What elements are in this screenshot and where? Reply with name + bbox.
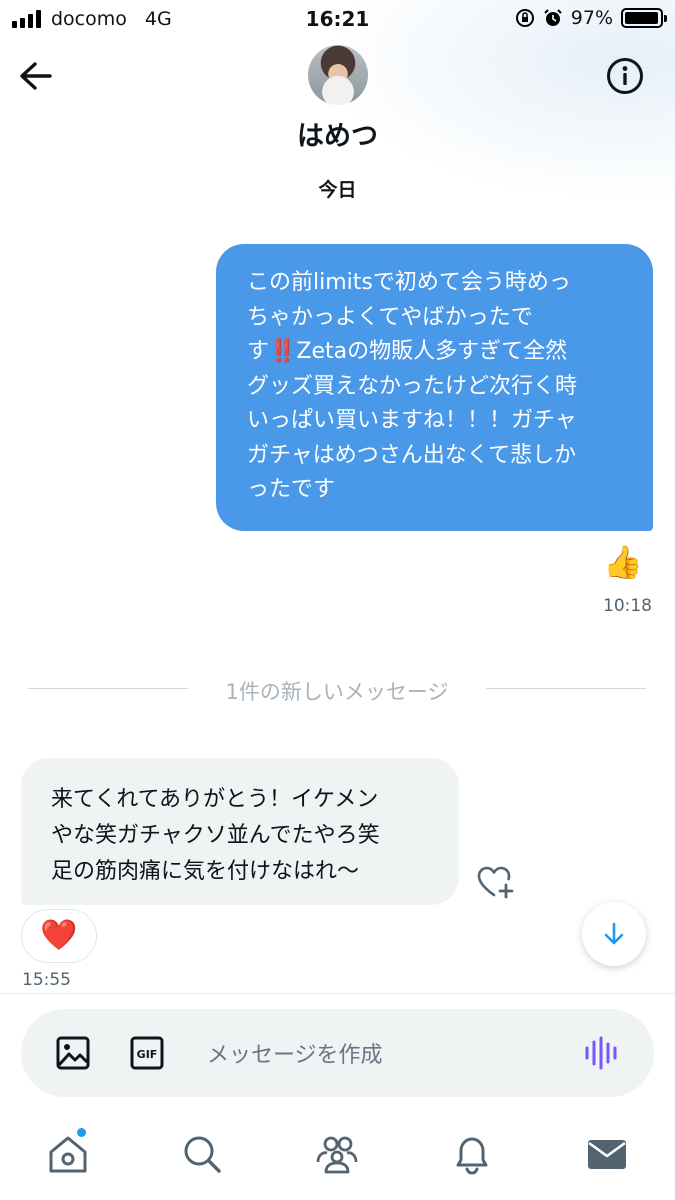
bottom-tab-bar [0, 1110, 675, 1200]
battery-percent: 97% [570, 7, 613, 29]
thumbs-up-reaction[interactable]: 👍 [603, 544, 643, 580]
message-line: この前limitsで初めて会う時めっ [247, 270, 571, 295]
add-gif-button[interactable]: GIF [129, 1035, 165, 1071]
message-line: 足の筋肉痛に気を付けなはれ〜 [51, 859, 360, 884]
arrow-left-icon [20, 62, 52, 90]
date-separator: 今日 [318, 179, 357, 201]
heart-reaction[interactable]: ❤️ [21, 909, 97, 963]
info-icon [607, 58, 643, 94]
arrow-down-icon [604, 922, 624, 945]
battery-level [625, 12, 658, 24]
conversation-info-button[interactable] [605, 56, 645, 96]
divider-line-right [486, 688, 646, 689]
message-line: いっぱい買いますね！！！ガチャ [247, 408, 577, 433]
scroll-to-bottom-button[interactable] [582, 902, 646, 966]
orientation-lock-icon [515, 9, 534, 27]
sent-message-bubble[interactable]: この前limitsで初めて会う時めっ ちゃかっよくてやばかったで す‼️Zeta… [216, 244, 653, 531]
gif-icon: GIF [130, 1036, 164, 1070]
heart-plus-icon [477, 866, 514, 899]
home-icon [49, 1136, 87, 1173]
new-messages-divider: 1件の新しいメッセージ [28, 676, 646, 704]
new-messages-label: 1件の新しいメッセージ [225, 680, 449, 704]
tab-communities[interactable] [315, 1132, 359, 1176]
image-icon [56, 1036, 90, 1070]
tab-messages[interactable] [585, 1132, 629, 1176]
messages-icon [588, 1140, 626, 1169]
message-composer: GIF メッセージを作成 [21, 1009, 654, 1097]
tab-home[interactable] [46, 1132, 90, 1176]
message-input[interactable]: メッセージを作成 [207, 1037, 383, 1069]
add-image-button[interactable] [55, 1035, 91, 1071]
notifications-icon [456, 1137, 488, 1175]
message-line: 来てくれてありがとう！イケメン [51, 787, 379, 812]
message-line: ガチャはめつさん出なくて悲しか [247, 442, 577, 468]
status-indicators: 97% [515, 7, 667, 29]
status-bar: docomo 4G 16:21 97% [0, 0, 675, 38]
message-line: グッズ買えなかったけど次行く時 [247, 373, 578, 399]
battery-icon [621, 8, 667, 28]
tab-notifications[interactable] [450, 1132, 494, 1176]
alarm-icon [544, 9, 562, 26]
message-line: す‼️Zetaの物販人多すぎて全然 [247, 339, 568, 364]
communities-icon [316, 1136, 358, 1174]
message-line: ちゃかっよくてやばかったで [247, 304, 533, 330]
back-button[interactable] [16, 58, 56, 94]
tab-search[interactable] [180, 1132, 224, 1176]
contact-name[interactable]: はめつ [0, 114, 675, 153]
message-line: やな笑ガチャクソ並んでたやろ笑 [51, 823, 380, 848]
contact-avatar[interactable] [308, 45, 368, 105]
sent-message-time: 10:18 [603, 596, 652, 616]
received-message-bubble[interactable]: 来てくれてありがとう！イケメン やな笑ガチャクソ並んでたやろ笑 足の筋肉痛に気を… [21, 758, 459, 905]
message-line: ったです [247, 477, 336, 502]
search-icon [184, 1136, 221, 1173]
voice-waveform-icon [585, 1036, 617, 1070]
voice-message-button[interactable] [584, 1036, 620, 1070]
home-notification-dot [77, 1128, 86, 1137]
gif-label: GIF [137, 1048, 158, 1061]
received-message-time: 15:55 [22, 970, 71, 990]
add-reaction-button[interactable] [476, 864, 516, 900]
composer-divider [0, 993, 675, 994]
